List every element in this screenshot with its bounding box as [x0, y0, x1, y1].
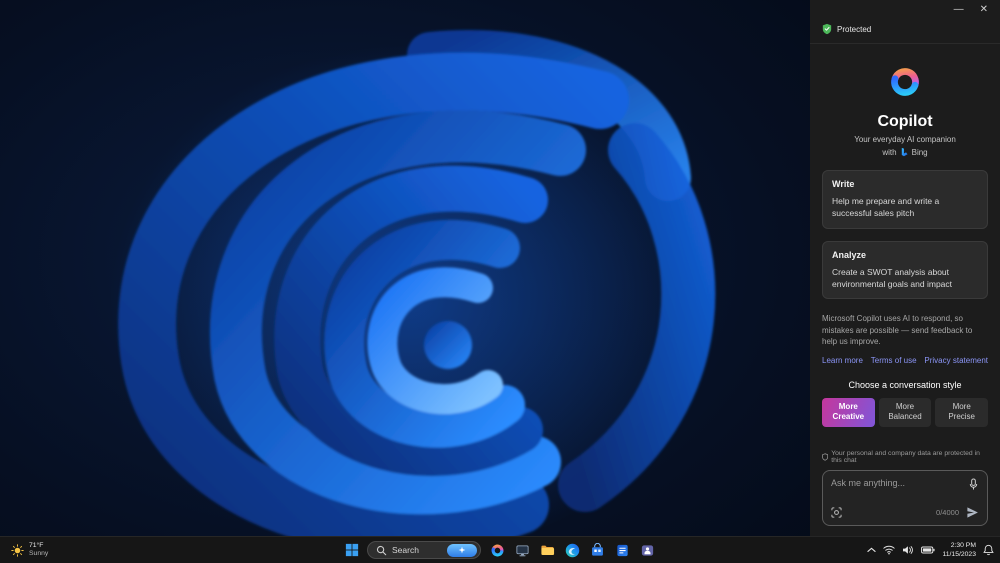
style-option-line2: Balanced — [888, 412, 922, 422]
desktop-wallpaper — [0, 0, 810, 536]
shield-outline-icon — [822, 453, 829, 461]
search-icon — [376, 545, 387, 555]
microsoft-store-icon — [591, 542, 603, 556]
bloom-wallpaper-art — [110, 30, 716, 536]
pinned-apps — [489, 542, 655, 558]
send-icon — [967, 507, 978, 518]
sun-icon — [11, 543, 24, 557]
char-counter: 0/4000 — [936, 508, 959, 517]
battery-icon — [921, 546, 936, 554]
taskbar-edge-button[interactable] — [564, 542, 580, 558]
taskbar-word-button[interactable] — [614, 542, 630, 558]
page-title: Copilot — [877, 113, 933, 130]
add-screenshot-button[interactable] — [831, 507, 842, 518]
volume-icon — [903, 546, 914, 554]
taskbar-file-explorer-button[interactable] — [539, 542, 555, 558]
taskbar-center: Search — [345, 537, 655, 563]
mic-icon — [969, 478, 978, 490]
search-box[interactable]: Search — [367, 541, 481, 559]
system-tray: 2:30 PM 11/15/2023 — [867, 537, 994, 563]
panel-body: Copilot Your everyday AI companion with … — [810, 44, 1000, 536]
shield-check-icon — [822, 23, 832, 35]
send-button[interactable] — [966, 506, 979, 519]
taskbar: 71°F Sunny Search 2:30 PM 11/15/2023 — [0, 536, 1000, 563]
card-title: Analyze — [832, 249, 867, 260]
style-option-precise[interactable]: More Precise — [935, 398, 989, 427]
chat-input[interactable] — [831, 478, 962, 500]
bing-label: Bing — [911, 148, 928, 157]
windows-logo-icon — [345, 543, 359, 557]
bell-icon — [983, 544, 994, 556]
legal-links: Learn more Terms of use Privacy statemen… — [822, 356, 988, 365]
clock-time: 2:30 PM — [950, 541, 976, 549]
panel-subtitle: Your everyday AI companion — [854, 135, 956, 144]
screenshot-icon — [831, 507, 842, 518]
style-option-line1: More — [952, 402, 971, 412]
teams-icon — [641, 544, 653, 556]
style-option-line2: Creative — [832, 412, 865, 422]
tray-overflow-button[interactable] — [867, 547, 877, 553]
weather-temperature: 71°F — [29, 541, 44, 549]
clock-date: 11/15/2023 — [942, 551, 976, 558]
chat-composer: 0/4000 — [822, 470, 988, 526]
taskbar-store-button[interactable] — [589, 542, 605, 558]
data-protection-text: Your personal and company data are prote… — [831, 450, 980, 464]
battery-button[interactable] — [921, 546, 936, 554]
bing-icon — [901, 147, 908, 157]
with-bing-row: with Bing — [822, 147, 988, 158]
suggestion-card-write[interactable]: Write Help me prepare and write a succes… — [822, 170, 988, 229]
panel-titlebar: — ✕ — [810, 0, 1000, 20]
conversation-style-selector: More Creative More Balanced More Precise — [822, 398, 989, 427]
style-option-line1: More — [895, 402, 915, 412]
taskbar-copilot-button[interactable] — [489, 542, 505, 558]
conversation-style-heading: Choose a conversation style — [848, 380, 962, 391]
notifications-button[interactable] — [983, 544, 994, 556]
chevron-up-icon — [867, 547, 877, 552]
style-option-balanced[interactable]: More Balanced — [878, 398, 932, 427]
card-body: Create a SWOT analysis about environment… — [832, 266, 953, 289]
folder-icon — [540, 545, 554, 555]
volume-button[interactable] — [902, 545, 914, 555]
copilot-panel: — ✕ Protected Copilot Your everyday AI c… — [810, 0, 1000, 536]
weather-widget[interactable]: 71°F Sunny — [4, 537, 55, 563]
wifi-icon — [883, 545, 896, 555]
card-body: Help me prepare and write a successful s… — [832, 196, 940, 219]
copilot-logo — [887, 64, 923, 105]
copilot-icon — [491, 544, 503, 556]
style-option-creative[interactable]: More Creative — [822, 398, 875, 427]
sparkle-icon — [458, 546, 466, 554]
suggestion-card-analyze[interactable]: Analyze Create a SWOT analysis about env… — [822, 240, 988, 300]
taskbar-windows-app-button[interactable] — [514, 542, 530, 558]
search-highlight-badge — [447, 543, 477, 557]
network-button[interactable] — [883, 545, 896, 555]
style-option-line2: Precise — [948, 412, 976, 422]
learn-more-link[interactable]: Learn more — [822, 356, 863, 365]
close-icon[interactable]: ✕ — [980, 5, 988, 15]
screen: — ✕ Protected Copilot Your everyday AI c… — [0, 0, 1000, 563]
privacy-statement-link[interactable]: Privacy statement — [924, 356, 988, 365]
style-option-line1: More — [838, 402, 858, 412]
protected-badge[interactable]: Protected — [810, 20, 1000, 44]
ai-disclaimer: Microsoft Copilot uses AI to respond, so… — [822, 314, 973, 347]
protected-label: Protected — [837, 24, 872, 34]
monitor-icon — [516, 544, 528, 556]
document-icon — [616, 544, 628, 556]
terms-of-use-link[interactable]: Terms of use — [871, 356, 917, 365]
card-title: Write — [832, 179, 855, 189]
edge-icon — [565, 543, 579, 557]
minimize-icon[interactable]: — — [954, 5, 964, 15]
with-label: with — [882, 148, 897, 157]
start-button[interactable] — [345, 543, 359, 557]
clock[interactable]: 2:30 PM 11/15/2023 — [942, 541, 976, 559]
search-label: Search — [392, 545, 419, 555]
taskbar-teams-button[interactable] — [639, 542, 655, 558]
weather-condition: Sunny — [29, 550, 49, 557]
mic-button[interactable] — [968, 478, 979, 491]
data-protection-note: Your personal and company data are prote… — [822, 450, 988, 464]
